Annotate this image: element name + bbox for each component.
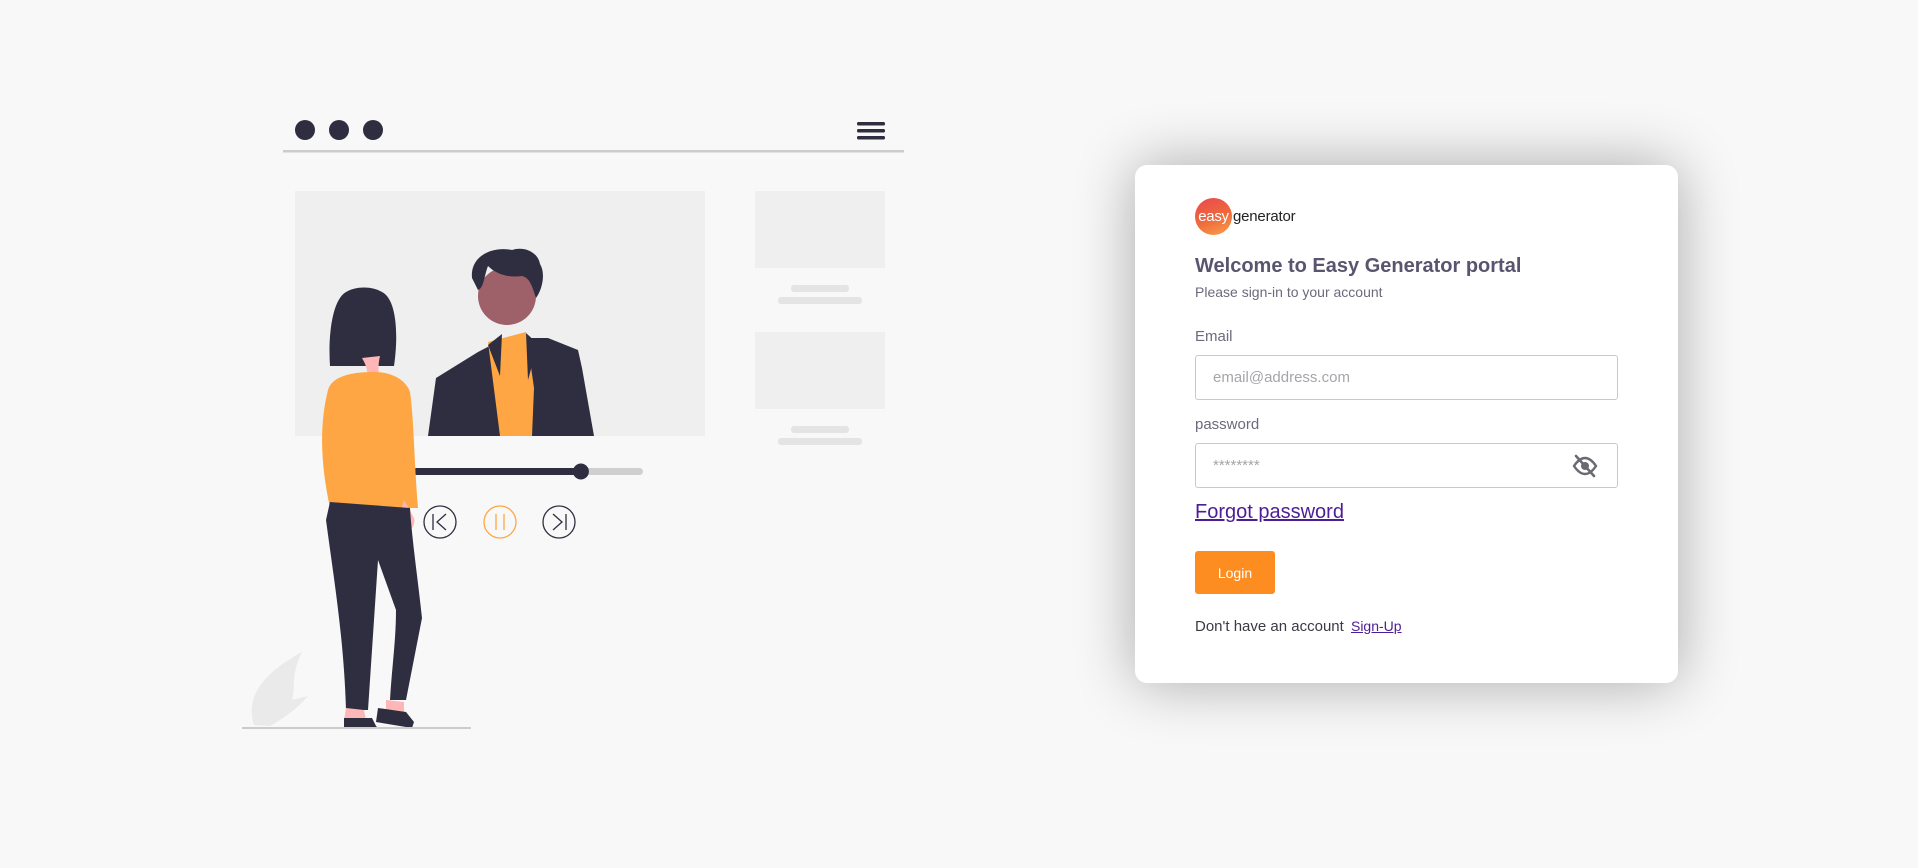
hamburger-menu-icon: [857, 122, 885, 140]
progress-fill: [413, 468, 581, 475]
password-label: password: [1195, 416, 1260, 433]
password-field[interactable]: ********: [1195, 443, 1618, 488]
pause-icon: [483, 505, 517, 539]
video-player-illustration: [242, 120, 904, 729]
email-label: Email: [1195, 328, 1233, 345]
login-button[interactable]: Login: [1195, 551, 1275, 594]
plant-leaf: [251, 652, 308, 726]
signup-prompt: Don't have an account: [1195, 618, 1344, 635]
window-dot: [295, 120, 315, 140]
window-dot: [329, 120, 349, 140]
progress-knob: [572, 463, 589, 480]
thumbnail: [755, 191, 885, 268]
logo-text: generator: [1233, 207, 1296, 225]
brand-logo: easy generator: [1195, 196, 1618, 236]
window-divider: [283, 150, 904, 153]
signup-row: Don't have an account Sign-Up: [1195, 618, 1618, 635]
eye-slash-icon[interactable]: [1570, 451, 1600, 481]
password-placeholder: ********: [1213, 457, 1260, 474]
page-subtitle: Please sign-in to your account: [1195, 284, 1383, 300]
logo-mark: easy: [1195, 197, 1232, 235]
window-dot: [363, 120, 383, 140]
signup-link[interactable]: Sign-Up: [1351, 618, 1402, 634]
email-field[interactable]: email@address.com: [1195, 355, 1618, 400]
ground-line: [242, 727, 471, 729]
login-card: easy generator Welcome to Easy Generator…: [1135, 165, 1678, 683]
next-track-icon: [542, 505, 576, 539]
email-placeholder: email@address.com: [1213, 369, 1350, 386]
thumbnail: [755, 332, 885, 409]
previous-track-icon: [423, 505, 457, 539]
page-title: Welcome to Easy Generator portal: [1195, 255, 1522, 277]
forgot-password-link[interactable]: Forgot password: [1195, 501, 1344, 524]
